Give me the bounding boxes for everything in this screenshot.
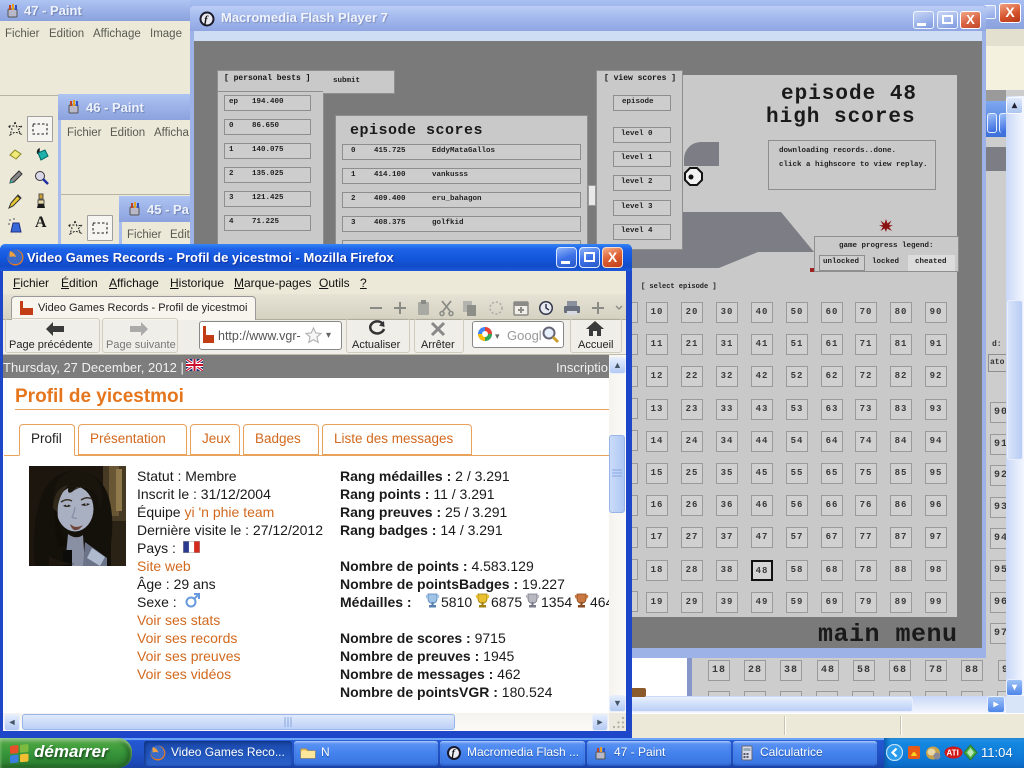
svg-text:ATI: ATI: [947, 749, 959, 758]
